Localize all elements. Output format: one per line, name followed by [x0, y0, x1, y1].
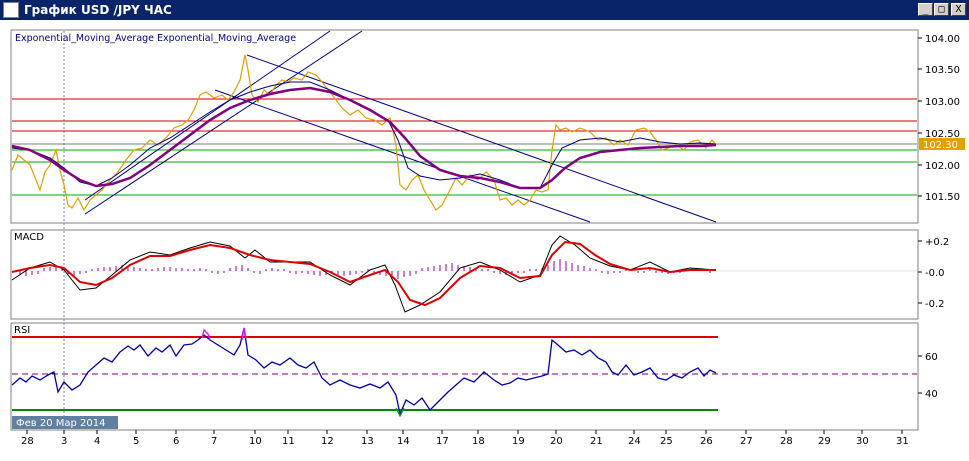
time-axis: 28 3 4 5 6 7 10 11 12 13 14 17 18 19 20 21 24 25 26 27 28 29 3… [21, 430, 909, 447]
price-tick-label: 102.50 [925, 129, 960, 140]
time-tick-label: 6 [173, 436, 179, 447]
macd-tick-label: -0.2 [925, 299, 945, 310]
time-tick-label: 26 [700, 436, 713, 447]
time-tick-label: 25 [660, 436, 673, 447]
macd-tick-label: -0.0 [925, 268, 945, 279]
macd-label: MACD [14, 232, 44, 243]
time-tick-label: 28 [780, 436, 793, 447]
time-tick-label: 12 [321, 436, 334, 447]
time-tick-label: 27 [740, 436, 753, 447]
time-tick-label: 18 [472, 436, 485, 447]
price-tick-label: 103.00 [925, 97, 960, 108]
main-price-panel[interactable] [10, 29, 919, 224]
close-button[interactable]: X [951, 3, 966, 16]
minimize-button[interactable]: _ [918, 3, 933, 16]
price-tick-label: 102.00 [925, 161, 960, 172]
time-tick-label: 31 [896, 436, 909, 447]
time-tick-label: 29 [818, 436, 831, 447]
window-title: График USD /JPY ЧАС [24, 3, 172, 17]
time-tick-label: 21 [590, 436, 603, 447]
window-titlebar[interactable]: График USD /JPY ЧАС _ □ X [0, 0, 969, 20]
price-tick-label: 104.00 [925, 34, 960, 45]
macd-axis: +0.2 -0.0 -0.2 [918, 237, 949, 310]
time-tick-label: 13 [361, 436, 374, 447]
time-tick-label: 28 [21, 436, 34, 447]
rsi-tick-label: 40 [925, 389, 938, 400]
rsi-axis: 60 40 [918, 352, 938, 400]
macd-tick-label: +0.2 [925, 237, 949, 248]
restore-button[interactable]: □ [934, 3, 949, 16]
time-tick-label: 11 [282, 436, 295, 447]
time-tick-label: 20 [550, 436, 563, 447]
rsi-panel[interactable] [10, 322, 919, 431]
chart-app-icon[interactable] [3, 2, 19, 18]
price-tick-label: 101.50 [925, 192, 960, 203]
rsi-label: RSI [14, 325, 30, 336]
price-tick-label: 103.50 [925, 65, 960, 76]
period-tag-text: Фев 20 Мар 2014 [16, 418, 105, 429]
time-tick-label: 7 [211, 436, 217, 447]
indicator-legend: Exponential_Moving_Average Exponential_M… [15, 33, 296, 44]
time-tick-label: 3 [61, 436, 67, 447]
time-tick-label: 10 [249, 436, 262, 447]
time-tick-label: 19 [512, 436, 525, 447]
time-tick-label: 30 [856, 436, 869, 447]
time-tick-label: 17 [436, 436, 449, 447]
time-tick-label: 5 [133, 436, 139, 447]
time-tick-label: 4 [94, 436, 100, 447]
time-tick-label: 24 [628, 436, 641, 447]
chart-canvas[interactable]: 102.30 104.00 103.50 103.00 102.50 102.0… [0, 20, 969, 461]
price-tag-text: 102.30 [923, 140, 958, 151]
chart-window[interactable]: 102.30 104.00 103.50 103.00 102.50 102.0… [0, 20, 969, 461]
time-tick-label: 14 [397, 436, 410, 447]
price-axis: 104.00 103.50 103.00 102.50 102.00 101.5… [918, 34, 960, 203]
rsi-tick-label: 60 [925, 352, 938, 363]
